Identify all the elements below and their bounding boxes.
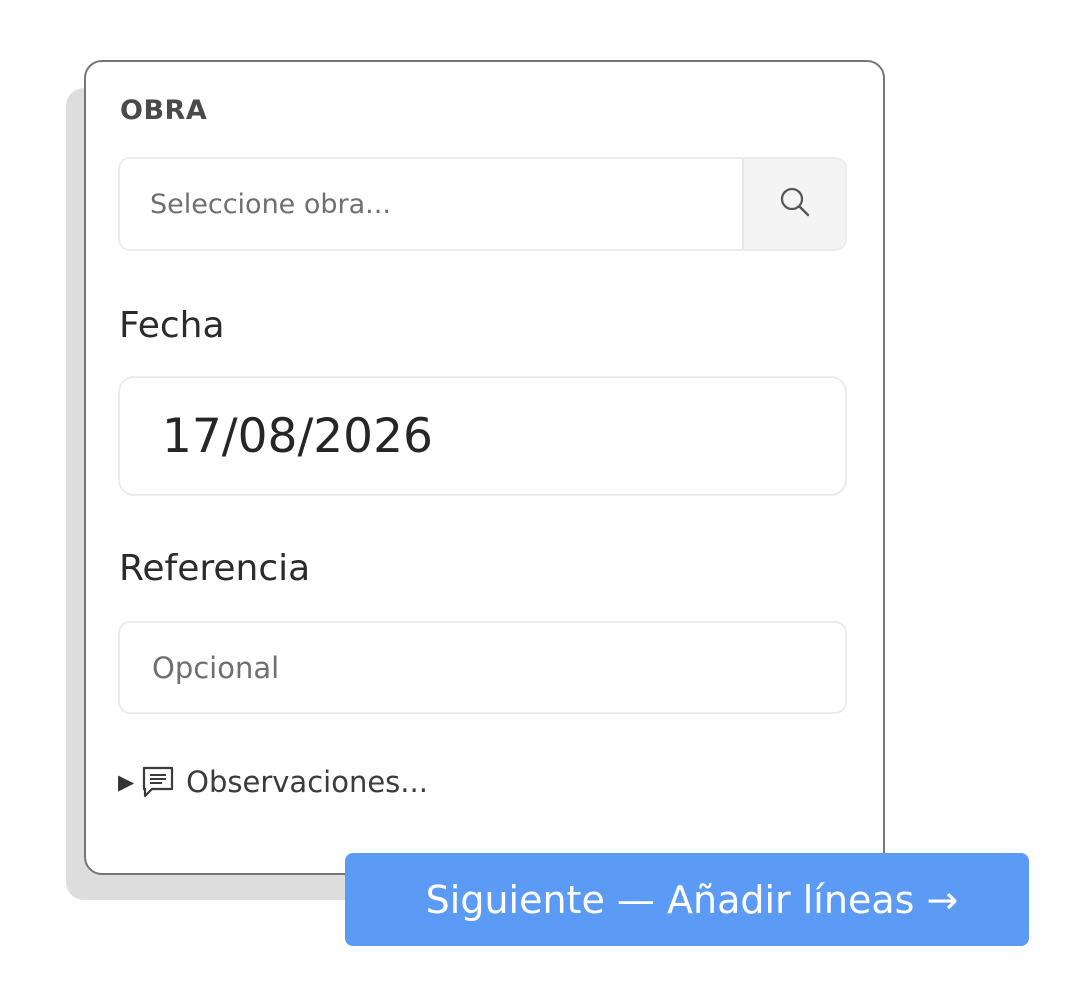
obra-label: OBRA [120, 95, 208, 126]
fecha-input[interactable]: 17/08/2026 [118, 376, 847, 496]
obra-search-button[interactable] [742, 159, 845, 249]
referencia-label: Referencia [119, 548, 311, 589]
observaciones-label: Observaciones... [186, 765, 428, 799]
form-stage: OBRA Seleccione obra... Fecha 17/08/2026… [0, 0, 1084, 1002]
obra-search-input[interactable]: Seleccione obra... [120, 159, 742, 249]
comment-icon [140, 765, 176, 799]
referencia-input[interactable]: Opcional [118, 621, 847, 714]
search-icon [778, 185, 812, 223]
observaciones-toggle[interactable]: ▶ Observaciones... [118, 760, 428, 804]
next-add-lines-button[interactable]: Siguiente — Añadir líneas → [345, 853, 1029, 946]
expand-caret-icon: ▶ [118, 770, 135, 794]
obra-selector[interactable]: Seleccione obra... [118, 157, 847, 251]
fecha-label: Fecha [119, 305, 225, 346]
